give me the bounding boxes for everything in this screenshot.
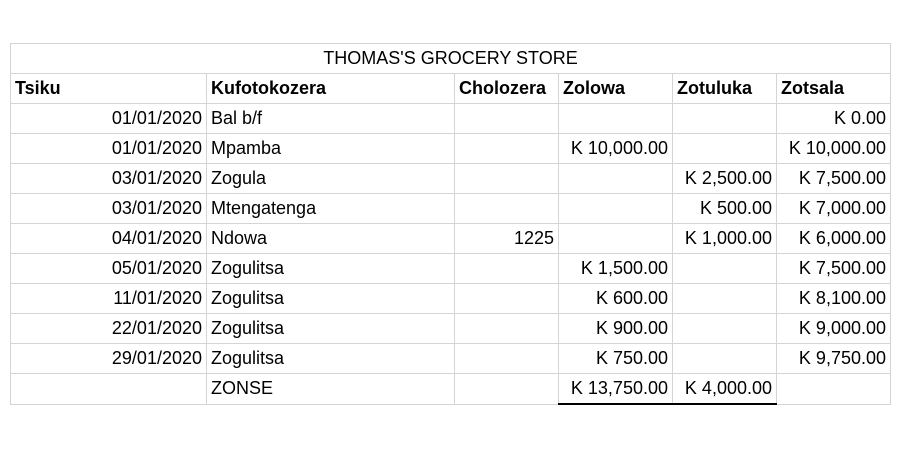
- description-cell[interactable]: Zogulitsa: [206, 313, 455, 344]
- date-cell[interactable]: 11/01/2020: [10, 283, 207, 314]
- date-cell[interactable]: 01/01/2020: [10, 103, 207, 134]
- table-row: 11/01/2020 Zogulitsa K 600.00 K 8,100.00: [10, 283, 891, 314]
- table-row: 03/01/2020 Zogula K 2,500.00 K 7,500.00: [10, 163, 891, 194]
- total-debit-cell[interactable]: K 13,750.00: [558, 373, 673, 405]
- credit-cell[interactable]: [672, 313, 777, 344]
- reference-cell[interactable]: [454, 163, 559, 194]
- debit-cell[interactable]: [558, 193, 673, 224]
- date-cell[interactable]: 03/01/2020: [10, 163, 207, 194]
- description-cell[interactable]: Zogulitsa: [206, 283, 455, 314]
- balance-cell[interactable]: K 6,000.00: [776, 223, 891, 254]
- reference-cell[interactable]: 1225: [454, 223, 559, 254]
- description-cell[interactable]: Mtengatenga: [206, 193, 455, 224]
- balance-cell[interactable]: K 7,500.00: [776, 253, 891, 284]
- reference-cell[interactable]: [454, 253, 559, 284]
- totals-row: ZONSE K 13,750.00 K 4,000.00: [10, 373, 891, 405]
- date-cell[interactable]: 05/01/2020: [10, 253, 207, 284]
- table-row: 22/01/2020 Zogulitsa K 900.00 K 9,000.00: [10, 313, 891, 344]
- description-cell[interactable]: Mpamba: [206, 133, 455, 164]
- balance-cell[interactable]: K 9,750.00: [776, 343, 891, 374]
- credit-cell[interactable]: K 500.00: [672, 193, 777, 224]
- reference-cell[interactable]: [454, 103, 559, 134]
- credit-cell[interactable]: [672, 343, 777, 374]
- balance-cell[interactable]: K 0.00: [776, 103, 891, 134]
- header-description[interactable]: Kufotokozera: [206, 73, 455, 104]
- sheet-title[interactable]: THOMAS'S GROCERY STORE: [10, 43, 891, 74]
- description-cell[interactable]: Zogulitsa: [206, 343, 455, 374]
- debit-cell[interactable]: K 600.00: [558, 283, 673, 314]
- header-balance[interactable]: Zotsala: [776, 73, 891, 104]
- table-row: 05/01/2020 Zogulitsa K 1,500.00 K 7,500.…: [10, 253, 891, 284]
- header-date[interactable]: Tsiku: [10, 73, 207, 104]
- totals-balance-cell[interactable]: [776, 373, 891, 405]
- reference-cell[interactable]: [454, 283, 559, 314]
- date-cell[interactable]: 29/01/2020: [10, 343, 207, 374]
- debit-cell[interactable]: K 1,500.00: [558, 253, 673, 284]
- balance-cell[interactable]: K 8,100.00: [776, 283, 891, 314]
- reference-cell[interactable]: [454, 313, 559, 344]
- balance-cell[interactable]: K 10,000.00: [776, 133, 891, 164]
- debit-cell[interactable]: [558, 163, 673, 194]
- balance-cell[interactable]: K 7,500.00: [776, 163, 891, 194]
- credit-cell[interactable]: [672, 253, 777, 284]
- header-credit[interactable]: Zotuluka: [672, 73, 777, 104]
- table-row: 03/01/2020 Mtengatenga K 500.00 K 7,000.…: [10, 193, 891, 224]
- description-cell[interactable]: Bal b/f: [206, 103, 455, 134]
- totals-blank-cell[interactable]: [10, 373, 207, 405]
- debit-cell[interactable]: K 10,000.00: [558, 133, 673, 164]
- balance-cell[interactable]: K 9,000.00: [776, 313, 891, 344]
- totals-reference-cell[interactable]: [454, 373, 559, 405]
- reference-cell[interactable]: [454, 133, 559, 164]
- header-row: Tsiku Kufotokozera Cholozera Zolowa Zotu…: [10, 73, 891, 104]
- date-cell[interactable]: 01/01/2020: [10, 133, 207, 164]
- ledger-table: THOMAS'S GROCERY STORE Tsiku Kufotokozer…: [10, 43, 891, 405]
- total-credit-cell[interactable]: K 4,000.00: [672, 373, 777, 405]
- totals-label[interactable]: ZONSE: [206, 373, 455, 405]
- date-cell[interactable]: 03/01/2020: [10, 193, 207, 224]
- table-row: 04/01/2020 Ndowa 1225 K 1,000.00 K 6,000…: [10, 223, 891, 254]
- reference-cell[interactable]: [454, 343, 559, 374]
- credit-cell[interactable]: K 1,000.00: [672, 223, 777, 254]
- header-debit[interactable]: Zolowa: [558, 73, 673, 104]
- date-cell[interactable]: 04/01/2020: [10, 223, 207, 254]
- table-row: 01/01/2020 Mpamba K 10,000.00 K 10,000.0…: [10, 133, 891, 164]
- debit-cell[interactable]: K 900.00: [558, 313, 673, 344]
- title-row: THOMAS'S GROCERY STORE: [10, 43, 891, 74]
- debit-cell[interactable]: K 750.00: [558, 343, 673, 374]
- header-reference[interactable]: Cholozera: [454, 73, 559, 104]
- date-cell[interactable]: 22/01/2020: [10, 313, 207, 344]
- credit-cell[interactable]: [672, 283, 777, 314]
- credit-cell[interactable]: [672, 103, 777, 134]
- table-row: 01/01/2020 Bal b/f K 0.00: [10, 103, 891, 134]
- balance-cell[interactable]: K 7,000.00: [776, 193, 891, 224]
- reference-cell[interactable]: [454, 193, 559, 224]
- debit-cell[interactable]: [558, 103, 673, 134]
- credit-cell[interactable]: K 2,500.00: [672, 163, 777, 194]
- debit-cell[interactable]: [558, 223, 673, 254]
- table-row: 29/01/2020 Zogulitsa K 750.00 K 9,750.00: [10, 343, 891, 374]
- description-cell[interactable]: Ndowa: [206, 223, 455, 254]
- credit-cell[interactable]: [672, 133, 777, 164]
- description-cell[interactable]: Zogula: [206, 163, 455, 194]
- description-cell[interactable]: Zogulitsa: [206, 253, 455, 284]
